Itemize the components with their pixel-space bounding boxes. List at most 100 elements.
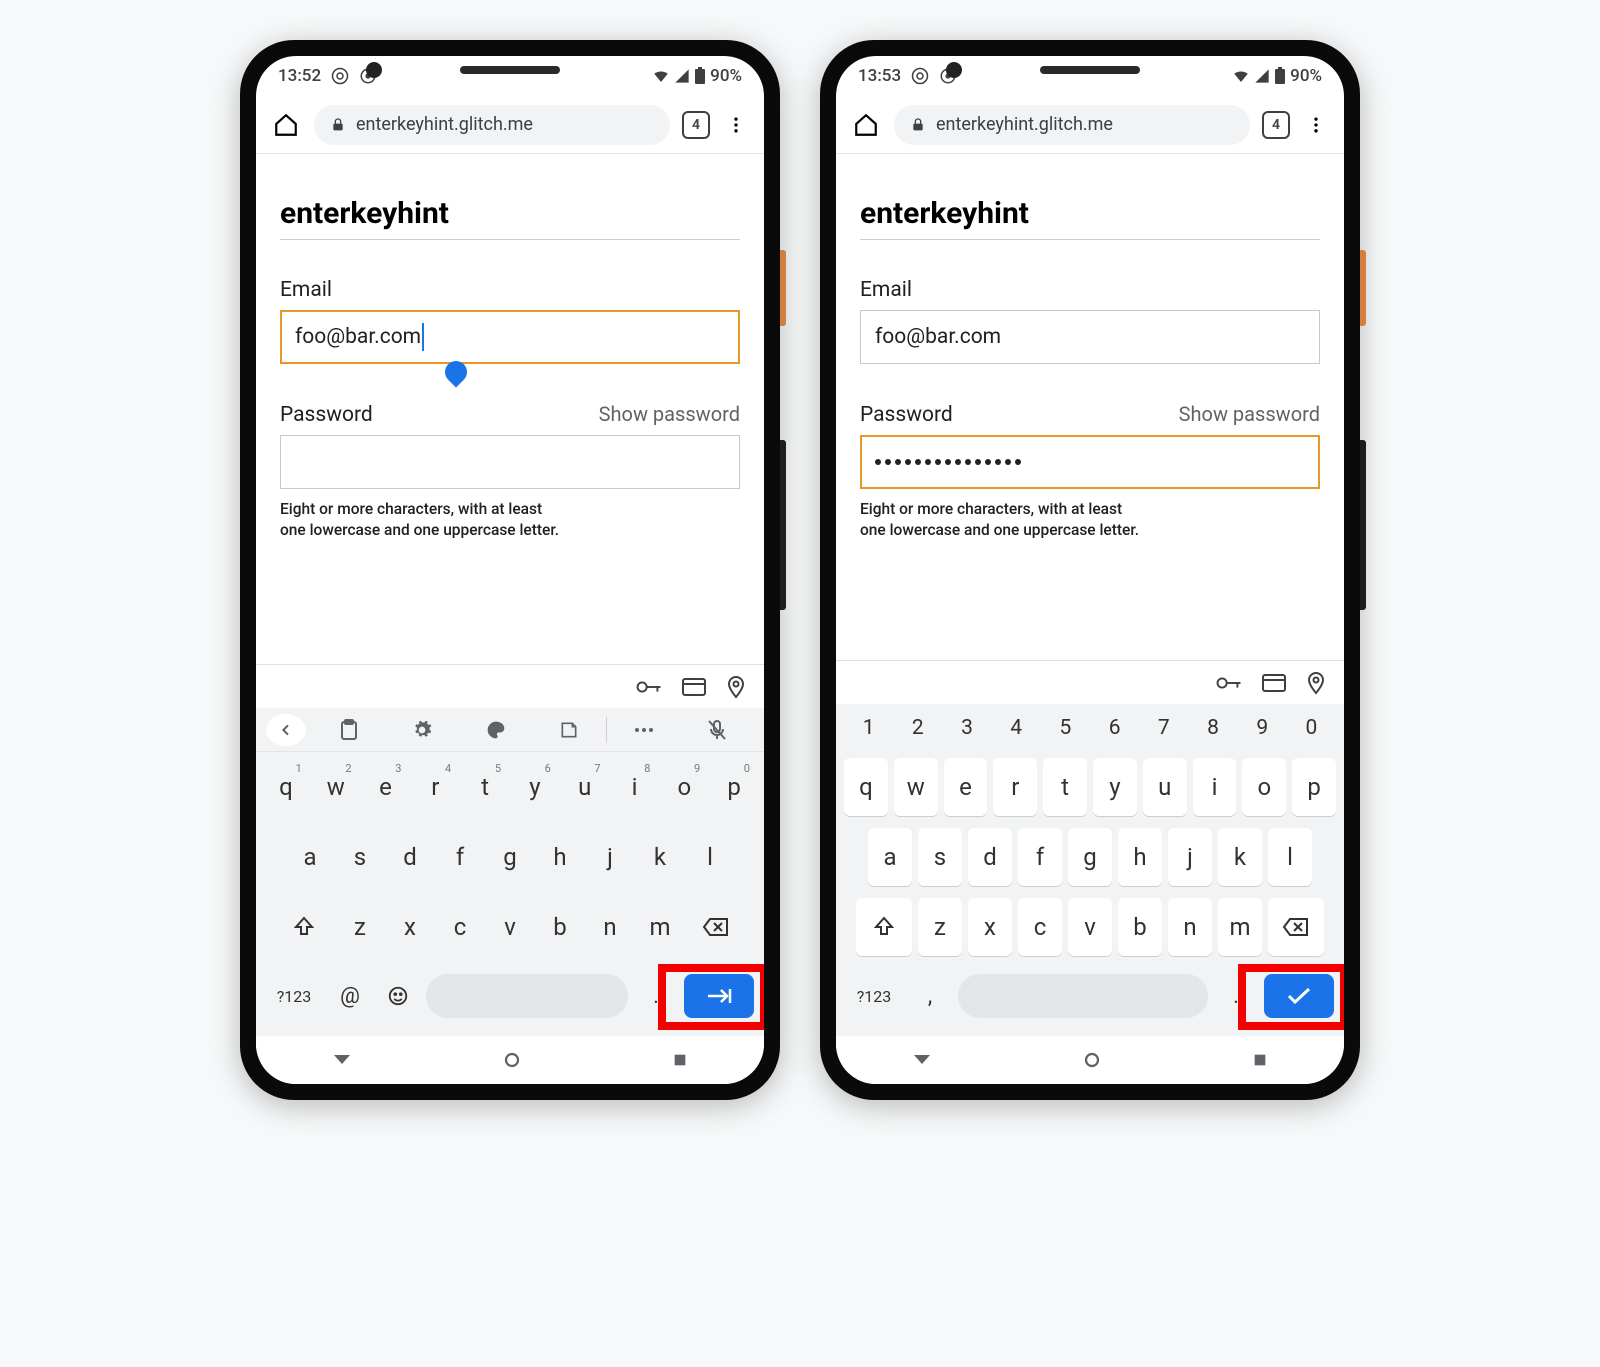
- key-z[interactable]: z: [338, 898, 382, 956]
- key-h[interactable]: h: [1118, 828, 1162, 886]
- key-9[interactable]: 9: [1238, 716, 1287, 740]
- enter-key-next[interactable]: [684, 974, 754, 1018]
- key-3[interactable]: 3: [942, 716, 991, 740]
- text-cursor-handle[interactable]: [440, 356, 471, 387]
- key-d[interactable]: d: [388, 828, 432, 886]
- key-8[interactable]: 8: [1188, 716, 1237, 740]
- key-p[interactable]: p: [1292, 758, 1336, 816]
- show-password-toggle[interactable]: Show password: [1179, 402, 1320, 426]
- key-j[interactable]: j: [588, 828, 632, 886]
- home-button[interactable]: [850, 109, 882, 141]
- key-e[interactable]: e: [944, 758, 988, 816]
- keyboard-collapse-icon[interactable]: [266, 714, 306, 746]
- key-@[interactable]: @: [330, 970, 370, 1022]
- emoji-key[interactable]: [378, 970, 418, 1022]
- key-c[interactable]: c: [438, 898, 482, 956]
- nav-home[interactable]: [1083, 1051, 1101, 1069]
- key-w[interactable]: w2: [314, 758, 358, 816]
- key-g[interactable]: g: [488, 828, 532, 886]
- key-k[interactable]: k: [638, 828, 682, 886]
- key-s[interactable]: s: [338, 828, 382, 886]
- key-v[interactable]: v: [1068, 898, 1112, 956]
- key-q[interactable]: q: [844, 758, 888, 816]
- nav-back[interactable]: [332, 1053, 352, 1067]
- key-i[interactable]: i8: [613, 758, 657, 816]
- symbols-key[interactable]: ?123: [266, 970, 322, 1022]
- key-u[interactable]: u7: [563, 758, 607, 816]
- password-key-icon[interactable]: [1216, 673, 1242, 693]
- key-f[interactable]: f: [1018, 828, 1062, 886]
- key-2[interactable]: 2: [893, 716, 942, 740]
- key-1[interactable]: 1: [844, 716, 893, 740]
- key-t[interactable]: t: [1043, 758, 1087, 816]
- location-pin-icon[interactable]: [726, 675, 746, 699]
- key-7[interactable]: 7: [1139, 716, 1188, 740]
- payment-card-icon[interactable]: [682, 678, 706, 696]
- clipboard-icon[interactable]: [312, 719, 386, 741]
- sticker-icon[interactable]: [533, 720, 607, 740]
- key-q[interactable]: q1: [264, 758, 308, 816]
- address-bar[interactable]: enterkeyhint.glitch.me: [314, 105, 670, 145]
- settings-icon[interactable]: [386, 720, 460, 740]
- key-z[interactable]: z: [918, 898, 962, 956]
- email-field[interactable]: foo@bar.com: [860, 310, 1320, 364]
- key-y[interactable]: y6: [513, 758, 557, 816]
- key-n[interactable]: n: [1168, 898, 1212, 956]
- key-g[interactable]: g: [1068, 828, 1112, 886]
- tab-switcher[interactable]: 4: [682, 111, 710, 139]
- key-o[interactable]: o9: [662, 758, 706, 816]
- key-h[interactable]: h: [538, 828, 582, 886]
- key-m[interactable]: m: [1218, 898, 1262, 956]
- symbols-key[interactable]: ?123: [846, 970, 902, 1022]
- nav-recent[interactable]: [1252, 1052, 1268, 1068]
- email-field[interactable]: foo@bar.com: [280, 310, 740, 364]
- key-l[interactable]: l: [688, 828, 732, 886]
- overflow-menu[interactable]: [722, 115, 750, 135]
- key-j[interactable]: j: [1168, 828, 1212, 886]
- home-button[interactable]: [270, 109, 302, 141]
- nav-home[interactable]: [503, 1051, 521, 1069]
- key-5[interactable]: 5: [1041, 716, 1090, 740]
- key-y[interactable]: y: [1093, 758, 1137, 816]
- spacebar[interactable]: [958, 974, 1208, 1018]
- more-icon[interactable]: [607, 726, 681, 734]
- key-f[interactable]: f: [438, 828, 482, 886]
- address-bar[interactable]: enterkeyhint.glitch.me: [894, 105, 1250, 145]
- overflow-menu[interactable]: [1302, 115, 1330, 135]
- tab-switcher[interactable]: 4: [1262, 111, 1290, 139]
- key-a[interactable]: a: [868, 828, 912, 886]
- key-a[interactable]: a: [288, 828, 332, 886]
- shift-key[interactable]: [276, 898, 332, 956]
- mic-off-icon[interactable]: [681, 719, 755, 741]
- key-period[interactable]: .: [636, 970, 676, 1022]
- backspace-key[interactable]: [1268, 898, 1324, 956]
- key-u[interactable]: u: [1143, 758, 1187, 816]
- password-key-icon[interactable]: [636, 677, 662, 697]
- theme-icon[interactable]: [459, 720, 533, 740]
- spacebar[interactable]: [426, 974, 628, 1018]
- key-6[interactable]: 6: [1090, 716, 1139, 740]
- key-d[interactable]: d: [968, 828, 1012, 886]
- location-pin-icon[interactable]: [1306, 671, 1326, 695]
- show-password-toggle[interactable]: Show password: [599, 402, 740, 426]
- shift-key[interactable]: [856, 898, 912, 956]
- key-w[interactable]: w: [894, 758, 938, 816]
- key-4[interactable]: 4: [992, 716, 1041, 740]
- key-o[interactable]: o: [1242, 758, 1286, 816]
- key-x[interactable]: x: [388, 898, 432, 956]
- key-l[interactable]: l: [1268, 828, 1312, 886]
- key-b[interactable]: b: [538, 898, 582, 956]
- key-n[interactable]: n: [588, 898, 632, 956]
- key-c[interactable]: c: [1018, 898, 1062, 956]
- key-r[interactable]: r: [993, 758, 1037, 816]
- key-v[interactable]: v: [488, 898, 532, 956]
- key-r[interactable]: r4: [413, 758, 457, 816]
- key-k[interactable]: k: [1218, 828, 1262, 886]
- nav-back[interactable]: [912, 1053, 932, 1067]
- key-i[interactable]: i: [1193, 758, 1237, 816]
- key-b[interactable]: b: [1118, 898, 1162, 956]
- key-,[interactable]: ,: [910, 970, 950, 1022]
- key-x[interactable]: x: [968, 898, 1012, 956]
- payment-card-icon[interactable]: [1262, 674, 1286, 692]
- key-m[interactable]: m: [638, 898, 682, 956]
